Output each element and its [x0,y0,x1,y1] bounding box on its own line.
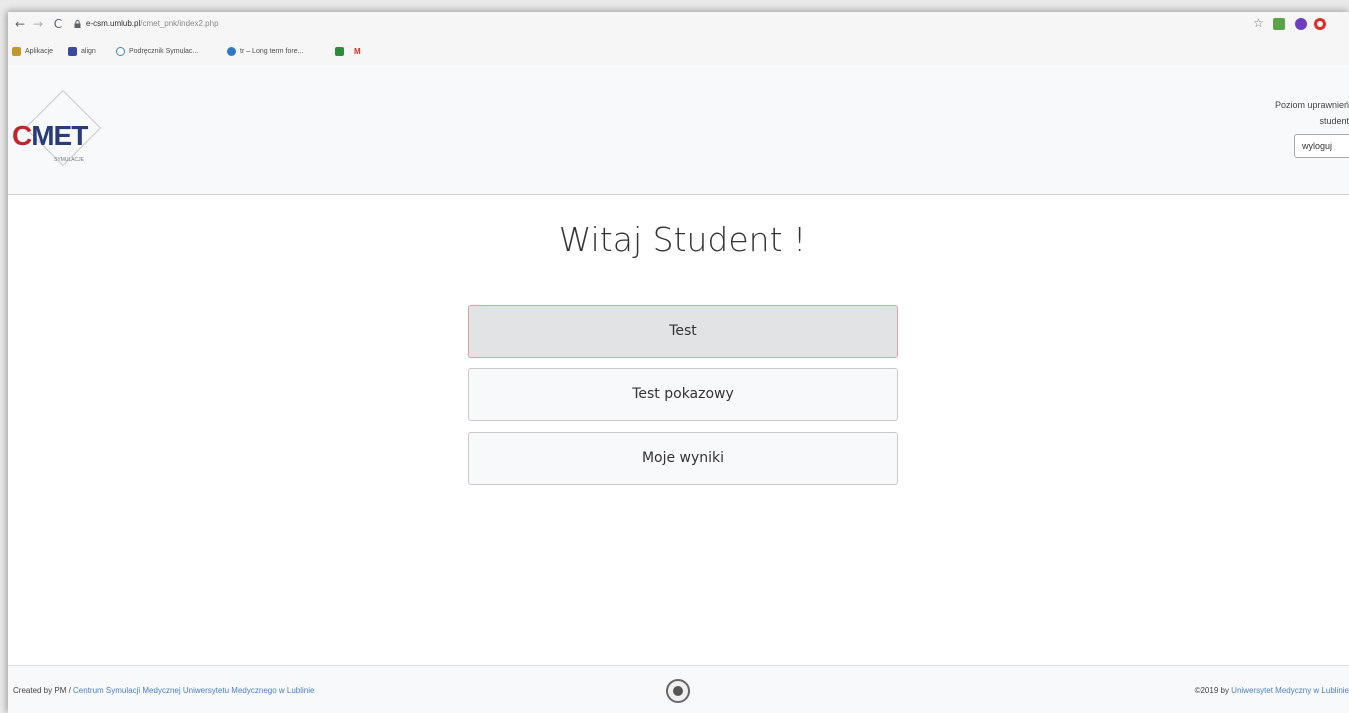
profile-avatar-icon[interactable] [1295,18,1307,30]
bookmark-gmail[interactable]: M [354,44,361,58]
web-page: CMET SYMULACJE Poziom uprawnień student … [8,65,1349,713]
logo-letter-c: C [12,120,32,151]
globe-icon [227,46,236,56]
bookmark-label: Podręcznik Symulac... [129,47,199,55]
bookmark-star-icon[interactable]: ☆ [1253,17,1265,29]
bookmark-label: tr – Long term fore... [240,47,304,55]
logout-button[interactable]: wyloguj [1294,134,1349,158]
permission-level: Poziom uprawnień student [1275,97,1349,129]
page-title: Witaj Student ! [558,220,807,259]
bookmarks-bar: Aplikacje align Podręcznik Symulac... tr… [8,39,1349,65]
green-square-icon [335,46,344,56]
created-by-text: Created by PM / [13,686,74,695]
back-arrow-icon[interactable]: ← [12,16,28,32]
university-seal-icon [666,679,690,703]
reload-icon[interactable]: C [50,16,66,32]
permission-value: student [1319,116,1349,126]
opera-icon[interactable] [1314,18,1326,30]
bookmark-green[interactable] [335,44,348,58]
url-host: e-csm.umlub.pl [86,19,141,28]
gmail-icon: M [354,46,361,56]
apps-icon [12,46,21,56]
simulation-center-link[interactable]: Centrum Symulacji Medycznej Uniwersytetu… [73,686,314,695]
address-bar[interactable]: e-csm.umlub.pl/cmet_pnk/index2.php [86,19,219,28]
browser-toolbar: ← → C e-csm.umlub.pl/cmet_pnk/index2.php… [8,12,1349,39]
extension-icon[interactable] [1273,18,1285,30]
footer-credits: Created by PM / Centrum Symulacji Medycz… [13,686,314,695]
copyright-text: ©2019 by [1194,686,1232,695]
bookmark-simulation-guide[interactable]: Podręcznik Symulac... [116,44,198,58]
footer-copyright: ©2019 by Uniwersytet Medyczny w Lublinie [1195,686,1349,695]
university-link[interactable]: Uniwersytet Medyczny w Lublinie [1231,686,1349,695]
bookmark-forecast[interactable]: tr – Long term fore... [227,44,303,58]
my-results-button[interactable]: Moje wyniki [468,432,898,485]
lock-icon [74,20,81,28]
logo-letters-met: MET [31,120,88,151]
bookmark-label: Aplikacje [25,47,54,55]
forward-arrow-icon[interactable]: → [30,16,46,32]
logo-subtitle: SYMULACJE [54,157,85,163]
permission-label: Poziom uprawnień [1274,100,1349,110]
bookmark-align[interactable]: align [68,44,96,58]
align-icon [68,46,77,56]
browser-window: ← → C e-csm.umlub.pl/cmet_pnk/index2.php… [8,12,1349,713]
logo-wordmark: CMET [12,120,88,151]
circle-icon [116,46,125,56]
site-footer: Created by PM / Centrum Symulacji Medycz… [8,665,1349,713]
test-button[interactable]: Test [468,305,898,358]
demo-test-button[interactable]: Test pokazowy [468,368,898,421]
bookmark-label: align [81,47,96,55]
url-path: /cmet_pnk/index2.php [140,19,219,28]
site-header: CMET SYMULACJE Poziom uprawnień student … [8,65,1349,195]
bookmark-apps[interactable]: Aplikacje [12,44,53,58]
cmet-logo[interactable]: CMET SYMULACJE [12,89,112,177]
